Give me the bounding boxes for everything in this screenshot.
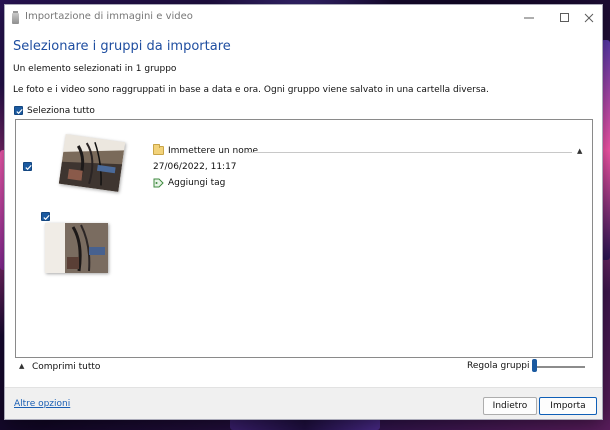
tag-icon[interactable] [153,178,164,188]
adjust-groups-slider-thumb[interactable] [532,359,537,372]
chevron-up-icon[interactable]: ▲ [19,362,24,370]
grouping-description: Le foto e i video sono raggruppati in ba… [13,85,489,95]
close-icon [584,13,594,23]
import-button[interactable]: Importa [539,397,597,415]
minimize-button[interactable] [511,5,547,31]
more-options-link[interactable]: Altre opzioni [14,399,70,409]
group-date: 27/06/2022, 11:17 [153,162,237,172]
window-title: Importazione di immagini e video [25,11,193,22]
dialog-footer: Altre opzioni Indietro Importa [5,387,602,419]
photo-checkbox[interactable] [41,212,50,221]
group-name-input[interactable]: Immettere un nome [168,146,258,156]
adjust-groups-slider-track[interactable] [532,366,585,368]
selection-info: Un elemento selezionati in 1 gruppo [13,64,177,74]
photo-thumbnail[interactable] [45,223,108,273]
folder-icon [153,144,164,155]
close-button[interactable] [571,5,602,31]
page-title: Selezionare i gruppi da importare [13,39,231,54]
app-icon [12,11,19,24]
checkbox-icon [43,214,50,221]
collapse-group-button[interactable]: ▲ [577,147,582,155]
back-button[interactable]: Indietro [483,397,537,415]
groups-panel: Immettere un nome ▲ 27/06/2022, 11:17 Ag… [15,119,593,358]
group-divider [246,152,572,153]
checkbox-icon [16,108,23,115]
group-checkbox[interactable] [23,162,32,171]
title-bar: Importazione di immagini e video [5,5,602,31]
checkbox-icon [25,164,32,171]
photo-thumbnail-image [45,223,108,273]
minimize-icon [524,17,534,19]
import-dialog-window: Importazione di immagini e video Selezio… [4,4,603,420]
photo-thumbnail-image [58,134,126,192]
adjust-groups-label: Regola gruppi [467,361,530,371]
add-tag-link[interactable]: Aggiungi tag [168,178,225,188]
select-all-checkbox[interactable] [14,106,23,115]
maximize-icon [560,13,569,22]
group-thumbnail[interactable] [58,134,126,192]
select-all-label[interactable]: Seleziona tutto [27,106,95,116]
collapse-all-button[interactable]: Comprimi tutto [32,362,100,372]
